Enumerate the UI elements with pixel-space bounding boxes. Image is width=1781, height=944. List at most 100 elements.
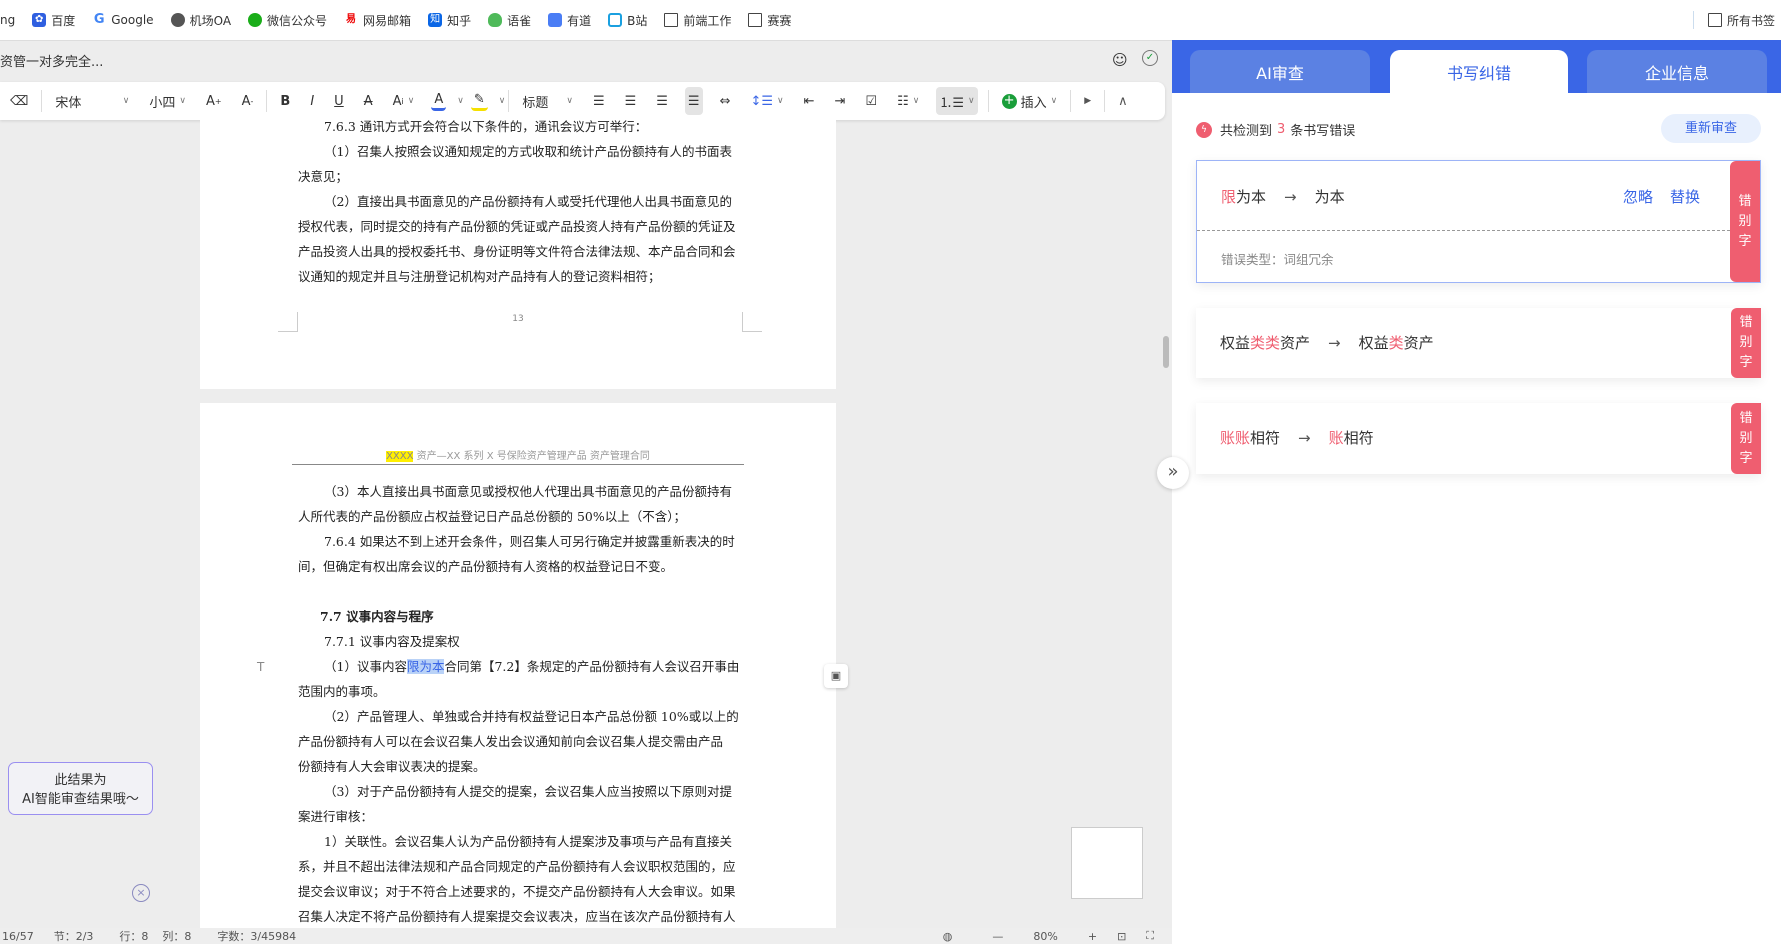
error-card[interactable]: 账账相符 → 账相符 错别字 <box>1196 403 1761 474</box>
document-line: 产品投资人出具的授权委托书、身份证明等文件符合法律法规、本产品合同和会 <box>298 244 736 259</box>
indent-icon[interactable]: ⇥ <box>832 87 849 115</box>
strikethrough-icon[interactable]: A <box>361 87 376 115</box>
ai-result-tip: 此结果为 AI智能审查结果哦～ <box>8 762 153 815</box>
document-line: 案进行审核： <box>298 809 374 824</box>
document-line: （2）直接出具书面意见的产品份额持有人或受托代理他人出具书面意见的 <box>324 194 732 209</box>
document-line: （3）对于产品份额持有人提交的提案，会议召集人应当按照以下原则对提 <box>324 784 732 799</box>
bold-icon[interactable]: B <box>277 87 293 115</box>
bookmark-google[interactable]: G Google <box>92 12 154 28</box>
document-line: 议通知的规定并且与注册登记机构对产品持有人的登记资料相符； <box>298 269 661 284</box>
close-icon[interactable]: × <box>132 884 150 902</box>
bullet-list-icon[interactable]: ☷ ∨ <box>894 87 922 115</box>
highlight-icon[interactable]: ✎ <box>470 91 488 111</box>
document-line: 产品份额持有人可以在会议召集人发出会议通知前向会议召集人提交需由产品 <box>298 734 724 749</box>
document-title-bar: 资管一对多完全... ☺ ✓ <box>0 40 1172 80</box>
page-number: 13 <box>512 314 524 324</box>
font-increase-icon[interactable]: A + <box>203 87 225 115</box>
folder-icon <box>1707 13 1722 27</box>
all-bookmarks[interactable]: 所有书签 <box>1707 12 1775 29</box>
collapse-panel-button[interactable]: » <box>1157 457 1189 489</box>
insert-button[interactable]: + 插入 ∨ <box>999 87 1061 115</box>
divider <box>1197 230 1730 231</box>
align-justify-icon[interactable]: ☰ <box>684 87 703 115</box>
arrow-right-icon: → <box>1328 334 1341 352</box>
bookmark-baidu[interactable]: ✿ 百度 <box>32 12 75 29</box>
tab-ai-review[interactable]: AI审查 <box>1190 50 1370 93</box>
italic-icon[interactable]: I <box>307 87 317 115</box>
fit-page-icon[interactable]: ⊡ <box>1117 930 1126 943</box>
checkbox-icon[interactable]: ☑ <box>862 87 880 115</box>
error-card[interactable]: 限为本 → 为本 忽略 替换 错误类型：词组冗余 错别字 <box>1196 160 1761 283</box>
document-line: 召集人决定不将产品份额持有人提案提交会议表决，应当在该次产品份额持有人 <box>298 909 736 924</box>
divider <box>1692 11 1694 29</box>
chevron-down-icon: ∨ <box>179 96 186 106</box>
error-card[interactable]: 权益类类资产 → 权益类资产 错别字 <box>1196 308 1761 378</box>
font-color-icon[interactable]: A <box>431 91 447 111</box>
google-icon: G <box>93 12 105 27</box>
scrollbar-thumb[interactable] <box>1163 336 1169 368</box>
recheck-button[interactable]: 重新审查 <box>1661 114 1761 143</box>
font-size-select[interactable]: 小四 ∨ <box>146 87 189 115</box>
tab-writing-correction[interactable]: 书写纠错 <box>1390 50 1568 93</box>
font-family-select[interactable]: 宋体 ∨ <box>52 87 132 115</box>
ignore-button[interactable]: 忽略 <box>1623 186 1653 207</box>
bookmark-yuque[interactable]: 语雀 <box>488 12 531 29</box>
thumbnail-image <box>1071 827 1143 899</box>
status-bar: 16/57 节：2/3 行：8 列：8 字数：3/45984 ◍ — 80% +… <box>0 928 1172 944</box>
play-icon[interactable]: ▶ <box>1081 87 1094 115</box>
arrow-right-icon: → <box>1284 188 1297 206</box>
line-spacing-icon[interactable]: ↕☰ ∨ <box>747 87 786 115</box>
bookmark-wechat[interactable]: 微信公众号 <box>248 12 327 29</box>
avatar-icon[interactable]: ☺ <box>1112 51 1128 69</box>
document-line: 授权代表，同时提交的持有产品份额的凭证或产品投资人持有产品份额的凭证及 <box>298 219 736 234</box>
globe-icon <box>170 13 185 27</box>
heading-select[interactable]: 标题 ∨ <box>519 87 576 115</box>
error-type-badge: 错别字 <box>1731 308 1761 378</box>
bookmark-netease[interactable]: 易网易邮箱 <box>344 12 411 29</box>
collapse-toolbar-icon[interactable]: ∧ <box>1115 87 1131 115</box>
youdao-icon <box>548 13 563 27</box>
zoom-in-button[interactable]: + <box>1088 930 1097 943</box>
outdent-icon[interactable]: ⇤ <box>801 87 818 115</box>
document-line: 份额持有人大会审议表决的提案。 <box>298 759 486 774</box>
align-center-icon[interactable]: ☰ <box>622 87 640 115</box>
bookmarks-bar: ng ✿ 百度 G Google 机场OA 微信公众号 易网易邮箱 知知乎 语雀 有… <box>0 0 1781 40</box>
error-type-badge: 错别字 <box>1731 403 1761 474</box>
document-line: 7.6.4 如果达不到上述开会条件，则召集人可另行确定并披露重新表决的时 <box>324 534 735 549</box>
fullscreen-icon[interactable]: ⛶ <box>1146 929 1154 943</box>
bookmark-oa[interactable]: 机场OA <box>170 12 231 29</box>
eraser-icon[interactable]: ⌫ <box>7 87 31 115</box>
bookmark-zhihu[interactable]: 知知乎 <box>428 12 471 29</box>
document-line: （3）本人直接出具书面意见或授权他人代理出具书面意见的产品份额持有 <box>324 484 732 499</box>
globe-icon[interactable]: ◍ <box>943 930 953 943</box>
alert-icon: ϟ <box>1196 121 1212 138</box>
tab-company-info[interactable]: 企业信息 <box>1587 50 1767 93</box>
align-left-icon[interactable]: ☰ <box>590 87 608 115</box>
comment-icon[interactable]: ▣ <box>824 664 848 688</box>
bookmark-youdao[interactable]: 有道 <box>548 12 591 29</box>
yuque-icon <box>488 13 503 27</box>
align-right-icon[interactable]: ☰ <box>653 87 671 115</box>
underline-icon[interactable]: U <box>331 87 347 115</box>
bookmark-folder-frontend[interactable]: 前端工作 <box>664 12 731 29</box>
baidu-icon: ✿ <box>32 13 47 27</box>
panel-tabs: AI审查 书写纠错 企业信息 <box>1172 40 1781 93</box>
format-toolbar: ⌫ 宋体 ∨ 小四 ∨ A + A- B I U A Ai ∨ A ∨ ✎ ∨ 标题 ∨ ☰ … <box>0 82 1165 120</box>
font-decrease-icon[interactable]: A- <box>239 87 257 115</box>
document-line: （1）议事内容限为本合同第【7.2】条规定的产品份额持有人会议召开事由 <box>324 659 740 674</box>
document-title[interactable]: 资管一对多完全... <box>0 55 103 70</box>
cloud-saved-icon[interactable]: ✓ <box>1142 50 1158 66</box>
document-line: 提交会议审议；对于不符合上述要求的，不提交产品份额持有人大会审议。如果 <box>298 884 736 899</box>
bookmark-bilibili[interactable]: B站 <box>608 12 647 29</box>
document-line: 7.6.3 通讯方式开会符合以下条件的，通讯会议方可举行： <box>324 119 648 134</box>
zoom-out-button[interactable]: — <box>992 930 1003 943</box>
distribute-icon[interactable]: ⇔ <box>717 87 734 115</box>
numbered-list-icon[interactable]: ⒈☰ ∨ <box>936 87 978 115</box>
bookmark[interactable]: ng <box>0 13 15 27</box>
highlighted-error-text[interactable]: 限为本 <box>406 659 445 674</box>
superscript-icon[interactable]: Ai ∨ <box>390 87 418 115</box>
document-line: （1）召集人按照会议通知规定的方式收取和统计产品份额持有人的书面表 <box>324 144 732 159</box>
replace-button[interactable]: 替换 <box>1670 186 1700 207</box>
bookmark-folder-saisai[interactable]: 赛赛 <box>748 12 791 29</box>
document-line: 间，但确定有权出席会议的产品份额持有人资格的权益登记日不变。 <box>298 559 674 574</box>
